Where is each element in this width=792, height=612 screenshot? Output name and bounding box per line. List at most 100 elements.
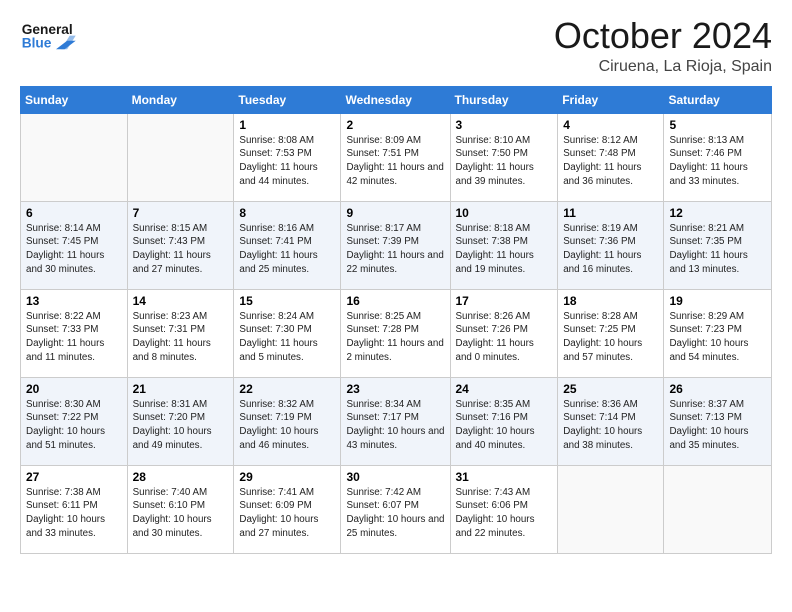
week-row-3: 13 Sunrise: 8:22 AMSunset: 7:33 PMDayligh… <box>21 289 772 377</box>
weekday-header-thursday: Thursday <box>450 86 558 113</box>
day-info: Sunrise: 7:43 AMSunset: 6:06 PMDaylight:… <box>456 486 553 541</box>
day-info: Sunrise: 8:36 AMSunset: 7:14 PMDaylight:… <box>563 398 658 453</box>
day-info: Sunrise: 8:23 AMSunset: 7:31 PMDaylight:… <box>133 310 229 365</box>
day-info: Sunrise: 7:42 AMSunset: 6:07 PMDaylight:… <box>346 486 444 541</box>
day-info: Sunrise: 8:29 AMSunset: 7:23 PMDaylight:… <box>669 310 766 365</box>
day-number: 31 <box>456 470 553 484</box>
day-info: Sunrise: 8:22 AMSunset: 7:33 PMDaylight:… <box>26 310 122 365</box>
day-number: 6 <box>26 206 122 220</box>
day-number: 26 <box>669 382 766 396</box>
calendar-cell: 2 Sunrise: 8:09 AMSunset: 7:51 PMDaylight… <box>341 113 450 201</box>
day-info: Sunrise: 8:32 AMSunset: 7:19 PMDaylight:… <box>239 398 335 453</box>
day-number: 20 <box>26 382 122 396</box>
weekday-header-saturday: Saturday <box>664 86 772 113</box>
week-row-5: 27 Sunrise: 7:38 AMSunset: 6:11 PMDayligh… <box>21 465 772 553</box>
day-number: 2 <box>346 118 444 132</box>
calendar-cell: 29Sunrise: 7:41 AMSunset: 6:09 PMDayligh… <box>234 465 341 553</box>
day-number: 15 <box>239 294 335 308</box>
weekday-header-friday: Friday <box>558 86 664 113</box>
calendar-cell: 7Sunrise: 8:15 AMSunset: 7:43 PMDaylight… <box>127 201 234 289</box>
calendar-cell <box>558 465 664 553</box>
day-number: 16 <box>346 294 444 308</box>
calendar-cell: 28Sunrise: 7:40 AMSunset: 6:10 PMDayligh… <box>127 465 234 553</box>
calendar-cell: 21Sunrise: 8:31 AMSunset: 7:20 PMDayligh… <box>127 377 234 465</box>
day-info: Sunrise: 8:30 AMSunset: 7:22 PMDaylight:… <box>26 398 122 453</box>
svg-text:Blue: Blue <box>22 36 52 51</box>
day-info: Sunrise: 8:08 AMSunset: 7:53 PMDaylight:… <box>239 134 335 189</box>
day-number: 11 <box>563 206 658 220</box>
day-info: Sunrise: 8:15 AMSunset: 7:43 PMDaylight:… <box>133 222 229 277</box>
calendar-cell: 6 Sunrise: 8:14 AMSunset: 7:45 PMDaylight… <box>21 201 128 289</box>
calendar-cell: 30 Sunrise: 7:42 AMSunset: 6:07 PMDayligh… <box>341 465 450 553</box>
day-number: 23 <box>346 382 444 396</box>
day-number: 14 <box>133 294 229 308</box>
calendar-cell: 26 Sunrise: 8:37 AMSunset: 7:13 PMDayligh… <box>664 377 772 465</box>
day-number: 8 <box>239 206 335 220</box>
day-info: Sunrise: 8:24 AMSunset: 7:30 PMDaylight:… <box>239 310 335 365</box>
calendar-cell: 3 Sunrise: 8:10 AMSunset: 7:50 PMDaylight… <box>450 113 558 201</box>
calendar-cell: 18 Sunrise: 8:28 AMSunset: 7:25 PMDayligh… <box>558 289 664 377</box>
day-number: 30 <box>346 470 444 484</box>
calendar-cell: 25 Sunrise: 8:36 AMSunset: 7:14 PMDayligh… <box>558 377 664 465</box>
day-number: 28 <box>133 470 229 484</box>
logo: General Blue <box>20 16 80 56</box>
day-info: Sunrise: 8:12 AMSunset: 7:48 PMDaylight:… <box>563 134 658 189</box>
calendar-cell: 17 Sunrise: 8:26 AMSunset: 7:26 PMDayligh… <box>450 289 558 377</box>
day-info: Sunrise: 8:34 AMSunset: 7:17 PMDaylight:… <box>346 398 444 453</box>
weekday-header-monday: Monday <box>127 86 234 113</box>
header: General Blue October 2024 Ciruena, La Ri… <box>20 16 772 76</box>
weekday-header-wednesday: Wednesday <box>341 86 450 113</box>
day-info: Sunrise: 7:38 AMSunset: 6:11 PMDaylight:… <box>26 486 122 541</box>
day-number: 12 <box>669 206 766 220</box>
day-info: Sunrise: 8:28 AMSunset: 7:25 PMDaylight:… <box>563 310 658 365</box>
calendar-cell: 20 Sunrise: 8:30 AMSunset: 7:22 PMDayligh… <box>21 377 128 465</box>
calendar-cell: 11Sunrise: 8:19 AMSunset: 7:36 PMDayligh… <box>558 201 664 289</box>
calendar-cell: 23 Sunrise: 8:34 AMSunset: 7:17 PMDayligh… <box>341 377 450 465</box>
day-info: Sunrise: 8:13 AMSunset: 7:46 PMDaylight:… <box>669 134 766 189</box>
week-row-4: 20 Sunrise: 8:30 AMSunset: 7:22 PMDayligh… <box>21 377 772 465</box>
day-number: 1 <box>239 118 335 132</box>
calendar-cell: 4Sunrise: 8:12 AMSunset: 7:48 PMDaylight… <box>558 113 664 201</box>
day-info: Sunrise: 8:25 AMSunset: 7:28 PMDaylight:… <box>346 310 444 365</box>
day-number: 9 <box>346 206 444 220</box>
calendar-cell: 8 Sunrise: 8:16 AMSunset: 7:41 PMDaylight… <box>234 201 341 289</box>
calendar-cell: 15 Sunrise: 8:24 AMSunset: 7:30 PMDayligh… <box>234 289 341 377</box>
calendar-cell <box>21 113 128 201</box>
day-info: Sunrise: 8:10 AMSunset: 7:50 PMDaylight:… <box>456 134 553 189</box>
weekday-header-row: SundayMondayTuesdayWednesdayThursdayFrid… <box>21 86 772 113</box>
day-number: 21 <box>133 382 229 396</box>
title-section: October 2024 Ciruena, La Rioja, Spain <box>554 16 772 76</box>
calendar-cell: 5 Sunrise: 8:13 AMSunset: 7:46 PMDaylight… <box>664 113 772 201</box>
logo-svg: General Blue <box>20 16 80 56</box>
calendar-cell: 13 Sunrise: 8:22 AMSunset: 7:33 PMDayligh… <box>21 289 128 377</box>
day-number: 29 <box>239 470 335 484</box>
svg-text:General: General <box>22 22 73 37</box>
calendar-cell: 22Sunrise: 8:32 AMSunset: 7:19 PMDayligh… <box>234 377 341 465</box>
day-number: 24 <box>456 382 553 396</box>
day-info: Sunrise: 8:14 AMSunset: 7:45 PMDaylight:… <box>26 222 122 277</box>
calendar-cell: 16 Sunrise: 8:25 AMSunset: 7:28 PMDayligh… <box>341 289 450 377</box>
page: General Blue October 2024 Ciruena, La Ri… <box>0 0 792 612</box>
calendar-cell: 24Sunrise: 8:35 AMSunset: 7:16 PMDayligh… <box>450 377 558 465</box>
weekday-header-sunday: Sunday <box>21 86 128 113</box>
calendar-cell <box>127 113 234 201</box>
day-number: 17 <box>456 294 553 308</box>
week-row-1: 1 Sunrise: 8:08 AMSunset: 7:53 PMDaylight… <box>21 113 772 201</box>
day-number: 18 <box>563 294 658 308</box>
calendar-cell: 31 Sunrise: 7:43 AMSunset: 6:06 PMDayligh… <box>450 465 558 553</box>
month-title: October 2024 <box>554 16 772 56</box>
calendar-cell: 9Sunrise: 8:17 AMSunset: 7:39 PMDaylight… <box>341 201 450 289</box>
calendar-cell: 1 Sunrise: 8:08 AMSunset: 7:53 PMDaylight… <box>234 113 341 201</box>
day-info: Sunrise: 8:37 AMSunset: 7:13 PMDaylight:… <box>669 398 766 453</box>
calendar-table: SundayMondayTuesdayWednesdayThursdayFrid… <box>20 86 772 554</box>
day-number: 25 <box>563 382 658 396</box>
day-number: 13 <box>26 294 122 308</box>
week-row-2: 6 Sunrise: 8:14 AMSunset: 7:45 PMDaylight… <box>21 201 772 289</box>
day-info: Sunrise: 8:09 AMSunset: 7:51 PMDaylight:… <box>346 134 444 189</box>
calendar-cell: 19Sunrise: 8:29 AMSunset: 7:23 PMDayligh… <box>664 289 772 377</box>
day-info: Sunrise: 8:16 AMSunset: 7:41 PMDaylight:… <box>239 222 335 277</box>
day-number: 5 <box>669 118 766 132</box>
day-number: 3 <box>456 118 553 132</box>
day-number: 27 <box>26 470 122 484</box>
day-info: Sunrise: 8:26 AMSunset: 7:26 PMDaylight:… <box>456 310 553 365</box>
